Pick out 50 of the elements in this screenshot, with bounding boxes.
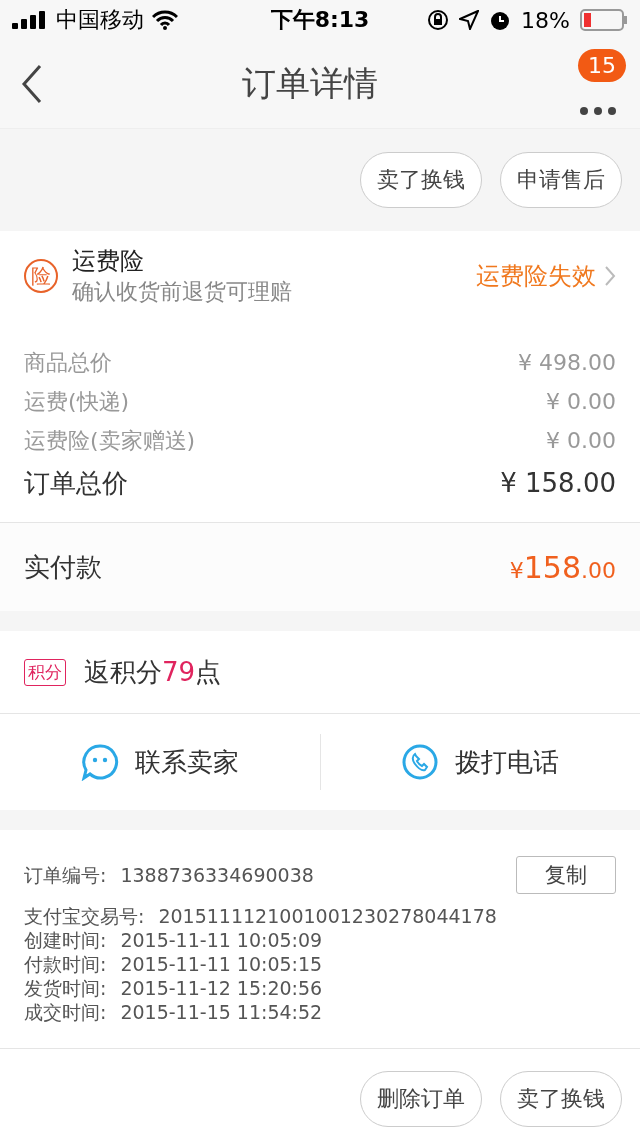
wifi-icon [152,10,178,30]
location-arrow-icon [459,10,480,30]
paid-label: 实付款 [24,550,102,584]
contact-button[interactable]: 联系卖家 [0,742,320,782]
price-label: 商品总价 [24,348,112,377]
price-value: ¥ 498.00 [518,350,616,375]
price-label: 订单总价 [24,466,128,500]
carrier-name: 中国移动 [56,6,144,34]
info-value: 2015-11-11 10:05:15 [120,952,323,976]
info-value: 2015-11-12 15:20:56 [120,976,323,1000]
points-tag: 积分 [24,658,66,686]
info-value: 2015-11-11 10:05:09 [120,928,323,952]
action-button[interactable]: 卖了换钱 [500,1071,622,1127]
alarm-clock-icon [489,9,512,31]
more-icon[interactable] [580,107,616,115]
chevron-right-icon [604,265,616,287]
insurance-subtitle: 确认收货前退货可理赔 [72,278,293,306]
phone-icon [401,743,440,781]
price-value: ¥ 0.00 [546,428,616,453]
price-label: 运费(快递) [24,387,130,416]
action-button[interactable]: 卖了换钱 [360,152,482,208]
page-title: 订单详情 [241,62,379,105]
back-icon[interactable] [20,64,44,104]
price-value: ¥ 0.00 [546,389,616,414]
contact-button[interactable]: 拨打电话 [320,742,640,782]
info-label: 创建时间: [24,928,107,952]
smiley-chat-icon [80,743,119,781]
paid-amount: ¥158.00 [509,549,616,585]
action-button[interactable]: 删除订单 [360,1071,482,1127]
info-value: 2015111121001001230278044178 [158,904,497,928]
action-button[interactable]: 申请售后 [500,152,622,208]
battery-percentage: 18% [521,7,570,33]
status-time: 下午8:13 [270,7,370,32]
info-value: 2015-11-15 11:54:52 [120,1000,323,1024]
info-value: 1388736334690038 [120,863,314,887]
info-label: 发货时间: [24,976,107,1000]
price-label: 运费险(卖家赠送) [24,426,196,455]
info-label: 付款时间: [24,952,107,976]
notification-badge: 15 [578,49,626,82]
rotation-lock-icon [427,9,450,31]
price-value: ¥ 158.00 [500,468,616,498]
info-label: 成交时间: [24,1000,107,1024]
signal-icon [12,11,48,29]
insurance-badge: 险 [24,259,58,293]
info-label: 支付宝交易号: [24,904,145,928]
info-label: 订单编号: [24,863,107,887]
insurance-title: 运费险 [72,246,145,277]
points-text: 返积分79点 [84,655,222,689]
battery-icon [580,9,628,31]
copy-button[interactable]: 复制 [516,856,616,894]
